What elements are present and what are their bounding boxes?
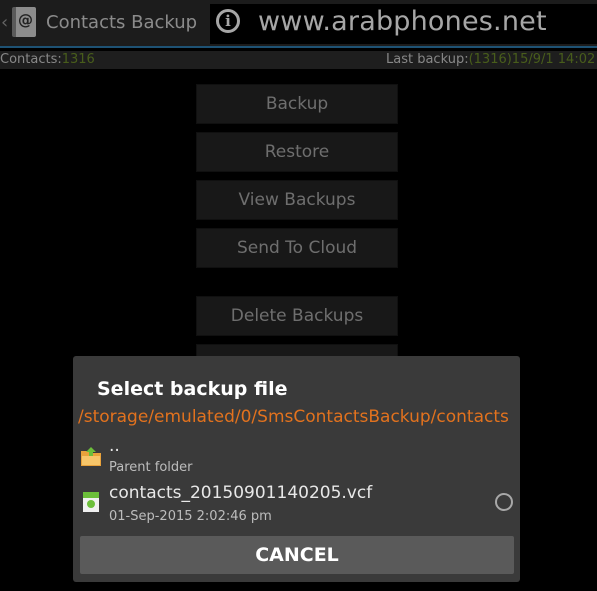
parent-folder-label: Parent folder <box>109 460 193 475</box>
dialog-title: Select backup file <box>97 378 288 400</box>
backup-file-name: contacts_20150901140205.vcf <box>109 483 373 503</box>
cancel-button[interactable]: CANCEL <box>80 536 514 574</box>
file-select-radio[interactable] <box>495 493 513 511</box>
list-item-backup-file[interactable]: contacts_20150901140205.vcf 01-Sep-2015 … <box>73 482 520 526</box>
backup-file-date: 01-Sep-2015 2:02:46 pm <box>109 509 272 524</box>
folder-up-icon <box>81 447 101 466</box>
list-item-parent-folder[interactable]: .. Parent folder <box>73 436 520 482</box>
parent-folder-name: .. <box>109 436 120 456</box>
vcf-file-icon <box>83 492 99 512</box>
dialog-path: /storage/emulated/0/SmsContactsBackup/co… <box>78 407 509 427</box>
select-backup-dialog: Select backup file /storage/emulated/0/S… <box>73 356 520 582</box>
